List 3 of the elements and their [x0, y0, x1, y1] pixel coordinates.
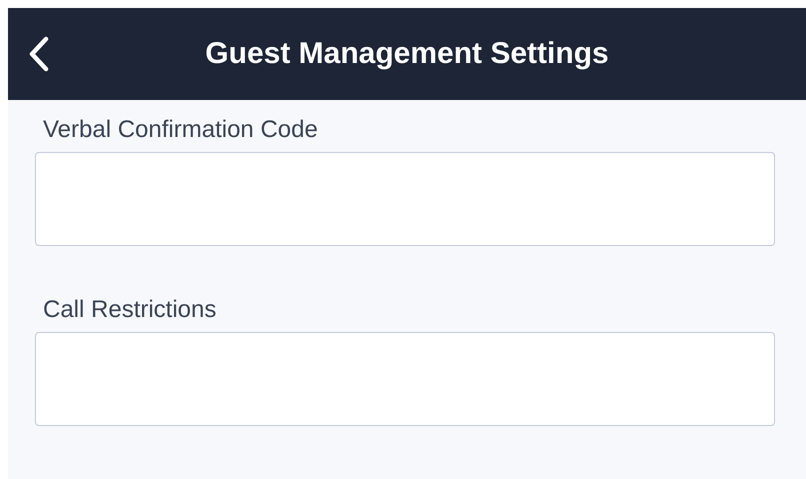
field-label: Verbal Confirmation Code	[43, 116, 319, 144]
header-title: Guest Management Settings	[205, 37, 609, 71]
field-label: Call Restrictions	[43, 296, 218, 324]
